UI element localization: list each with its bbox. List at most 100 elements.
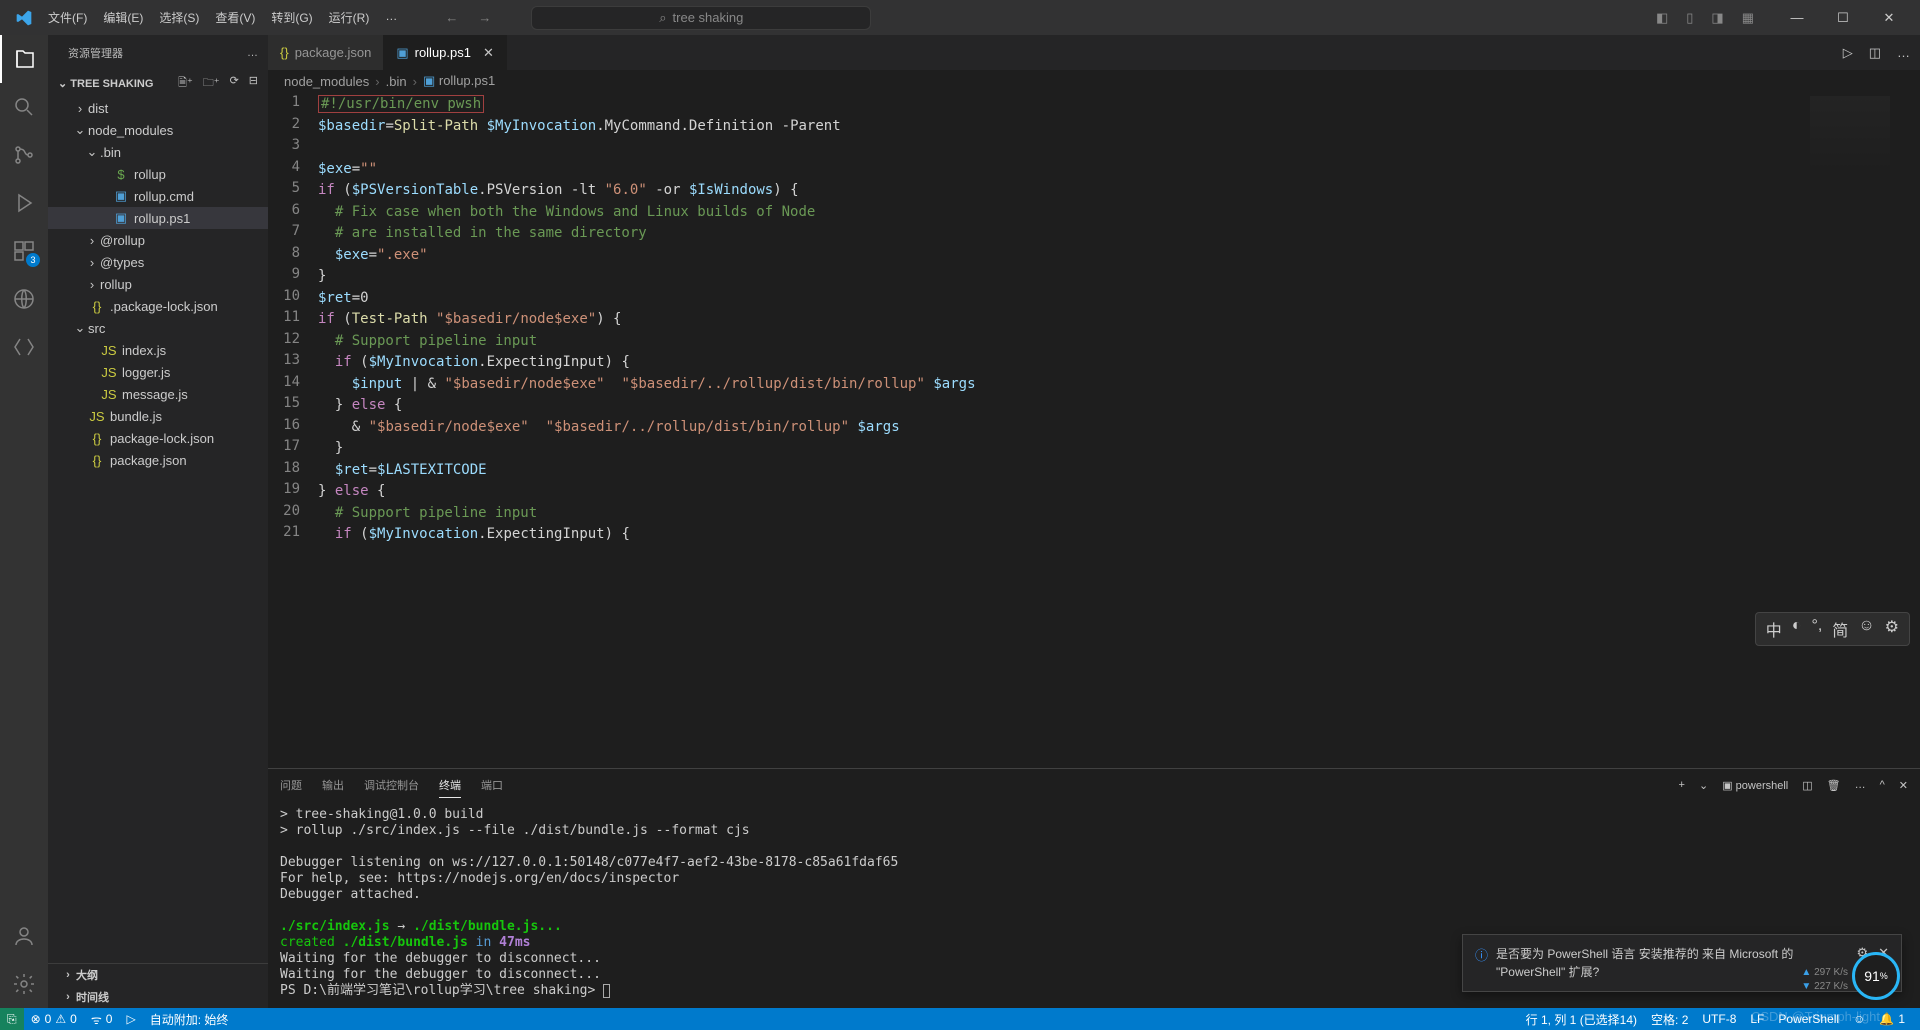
- explorer-project-header[interactable]: ⌄ TREE SHAKING 🗎⁺ 🗀⁺ ⟳ ⊟: [48, 70, 268, 97]
- close-button[interactable]: ✕: [1866, 0, 1912, 35]
- folder-item[interactable]: ⌄.bin: [48, 141, 268, 163]
- feedback-icon[interactable]: ☺: [1846, 1012, 1872, 1026]
- indent-status[interactable]: 空格: 2: [1644, 1011, 1695, 1028]
- notifications-icon[interactable]: 🔔 1: [1872, 1012, 1912, 1026]
- collapse-icon[interactable]: ⊟: [249, 74, 258, 93]
- sidebar-section[interactable]: ›大纲: [48, 964, 268, 986]
- close-tab-icon[interactable]: ✕: [483, 45, 494, 61]
- folder-item[interactable]: ⌄src: [48, 317, 268, 339]
- breadcrumb-segment[interactable]: .bin: [386, 74, 407, 89]
- panel-tab[interactable]: 端口: [481, 773, 503, 797]
- minimap[interactable]: [1806, 92, 1906, 180]
- activity-settings[interactable]: [0, 960, 48, 1008]
- ports-status[interactable]: ᯤ0: [84, 1011, 120, 1028]
- maximize-panel-icon[interactable]: ^: [1880, 779, 1885, 791]
- ime-item[interactable]: °,: [1811, 617, 1822, 641]
- close-panel-icon[interactable]: ✕: [1899, 779, 1908, 792]
- item-label: rollup.cmd: [134, 189, 194, 204]
- ime-item[interactable]: 简: [1832, 617, 1848, 641]
- folder-item[interactable]: ›@types: [48, 251, 268, 273]
- cmd-icon: ▣: [112, 188, 130, 204]
- nav-forward-icon[interactable]: →: [478, 10, 491, 25]
- menu-item[interactable]: 转到(G): [263, 5, 320, 30]
- item-label: .bin: [100, 145, 121, 160]
- encoding-status[interactable]: UTF-8: [1695, 1012, 1743, 1026]
- maximize-button[interactable]: ☐: [1820, 0, 1866, 35]
- activity-extensions[interactable]: 3: [0, 227, 48, 275]
- nav-back-icon[interactable]: ←: [445, 10, 458, 25]
- editor-tab[interactable]: {}package.json: [268, 35, 384, 70]
- remote-indicator[interactable]: ⎘: [0, 1008, 24, 1030]
- file-item[interactable]: {}.package-lock.json: [48, 295, 268, 317]
- folder-item[interactable]: ›dist: [48, 97, 268, 119]
- sidebar-more-icon[interactable]: …: [247, 47, 258, 59]
- refresh-icon[interactable]: ⟳: [230, 74, 239, 93]
- file-item[interactable]: JSindex.js: [48, 339, 268, 361]
- new-terminal-icon[interactable]: +: [1679, 779, 1685, 791]
- kill-terminal-icon[interactable]: 🗑: [1827, 779, 1841, 792]
- auto-attach-status[interactable]: 自动附加: 始终: [143, 1011, 236, 1028]
- ime-toolbar[interactable]: 中 ◐ °, 简 ☺ ⚙: [1755, 612, 1910, 646]
- folder-item[interactable]: ›rollup: [48, 273, 268, 295]
- file-item[interactable]: {}package-lock.json: [48, 427, 268, 449]
- menu-item[interactable]: 编辑(E): [95, 5, 151, 30]
- split-terminal-icon[interactable]: ◫: [1802, 779, 1812, 792]
- panel-tab[interactable]: 问题: [280, 773, 302, 797]
- file-item[interactable]: {}package.json: [48, 449, 268, 471]
- menu-item[interactable]: 文件(F): [40, 5, 95, 30]
- language-status[interactable]: PowerShell: [1771, 1012, 1846, 1026]
- ime-item[interactable]: 中: [1766, 617, 1782, 641]
- new-folder-icon[interactable]: 🗀⁺: [203, 74, 220, 93]
- editor-tab[interactable]: ▣rollup.ps1✕: [384, 35, 507, 70]
- new-file-icon[interactable]: 🗎⁺: [178, 74, 193, 93]
- errors-status[interactable]: ⊗0 ⚠0: [24, 1012, 84, 1026]
- cursor-position[interactable]: 行 1, 列 1 (已选择14): [1519, 1011, 1644, 1028]
- run-icon[interactable]: ▷: [1843, 45, 1853, 61]
- menu-item[interactable]: 查看(V): [207, 5, 263, 30]
- code-editor[interactable]: 123456789101112131415161718192021 #!/usr…: [268, 92, 1920, 768]
- breadcrumb-segment[interactable]: node_modules: [284, 74, 369, 89]
- file-item[interactable]: ▣ rollup.cmd: [48, 185, 268, 207]
- customize-layout-icon[interactable]: ▦: [1742, 10, 1754, 26]
- file-item[interactable]: JSlogger.js: [48, 361, 268, 383]
- ime-item[interactable]: ◐: [1792, 617, 1802, 641]
- folder-item[interactable]: ⌄node_modules: [48, 119, 268, 141]
- folder-item[interactable]: ›@rollup: [48, 229, 268, 251]
- activity-search[interactable]: [0, 83, 48, 131]
- activity-debug[interactable]: [0, 179, 48, 227]
- panel-more-icon[interactable]: …: [1855, 779, 1866, 791]
- breadcrumb-segment[interactable]: ▣ rollup.ps1: [423, 73, 495, 89]
- toggle-panel-left-icon[interactable]: ◧: [1656, 10, 1668, 26]
- more-icon[interactable]: …: [1897, 45, 1910, 61]
- terminal-profile-icon[interactable]: ▣ powershell: [1722, 779, 1788, 792]
- eol-status[interactable]: LF: [1743, 1012, 1771, 1026]
- file-item[interactable]: JSmessage.js: [48, 383, 268, 405]
- file-item[interactable]: $rollup: [48, 163, 268, 185]
- activity-explorer[interactable]: [0, 35, 48, 83]
- menu-item[interactable]: 运行(R): [321, 5, 378, 30]
- breadcrumb[interactable]: node_modules›.bin›▣ rollup.ps1: [268, 70, 1920, 92]
- toggle-panel-right-icon[interactable]: ◨: [1711, 10, 1723, 26]
- menu-item[interactable]: 选择(S): [151, 5, 207, 30]
- panel-tab[interactable]: 调试控制台: [364, 773, 419, 797]
- activity-remote[interactable]: [0, 275, 48, 323]
- activity-scm[interactable]: [0, 131, 48, 179]
- sidebar-section[interactable]: ›时间线: [48, 986, 268, 1008]
- ime-item[interactable]: ☺: [1858, 617, 1874, 641]
- panel-tab[interactable]: 输出: [322, 773, 344, 797]
- terminal-dropdown-icon[interactable]: ⌄: [1699, 779, 1708, 792]
- menu-item[interactable]: …: [377, 5, 405, 30]
- ime-item[interactable]: ⚙: [1885, 617, 1899, 641]
- file-item[interactable]: JSbundle.js: [48, 405, 268, 427]
- code-content[interactable]: #!/usr/bin/env pwsh$basedir=Split-Path $…: [318, 92, 1920, 768]
- minimize-button[interactable]: —: [1774, 0, 1820, 35]
- debug-status[interactable]: ▷: [119, 1012, 142, 1026]
- split-icon[interactable]: ◫: [1869, 45, 1881, 61]
- activity-account[interactable]: [0, 912, 48, 960]
- toggle-panel-bottom-icon[interactable]: ▯: [1686, 10, 1693, 26]
- activity-custom[interactable]: [0, 323, 48, 371]
- file-item[interactable]: ▣rollup.ps1: [48, 207, 268, 229]
- command-center[interactable]: ⌕ tree shaking: [531, 6, 871, 30]
- panel-tab[interactable]: 终端: [439, 773, 461, 798]
- perf-gauge[interactable]: 91%: [1852, 952, 1900, 1000]
